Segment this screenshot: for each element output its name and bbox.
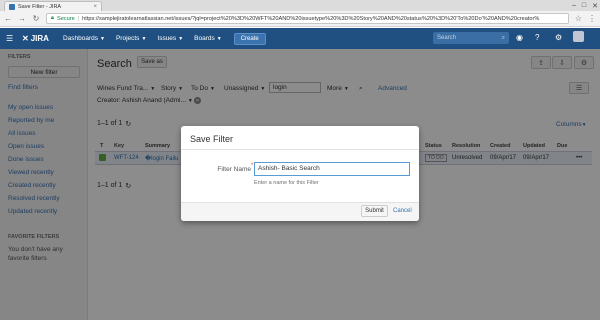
- settings-gear-icon[interactable]: ⚙: [555, 33, 562, 42]
- url-text: https://samplejiratolearnatlassian.net/i…: [82, 15, 540, 22]
- url-separator: |: [77, 15, 80, 22]
- nav-projects[interactable]: Projects ▼: [116, 35, 146, 42]
- search-icon: ⌕: [501, 34, 505, 41]
- user-avatar[interactable]: [573, 31, 584, 42]
- reload-icon[interactable]: ↻: [32, 14, 40, 23]
- create-button[interactable]: Create: [233, 32, 266, 45]
- header-search-placeholder: Search: [437, 35, 457, 41]
- nav-boards-label: Boards: [194, 35, 215, 42]
- nav-issues[interactable]: Issues ▼: [157, 35, 183, 42]
- browser-menu-icon[interactable]: ⋮: [588, 14, 596, 23]
- filter-name-help: Enter a name for this Filter: [254, 180, 319, 186]
- tab-close-icon[interactable]: ×: [93, 4, 97, 10]
- maximize-icon[interactable]: □: [582, 2, 586, 9]
- filter-name-label: Filter Name: [217, 166, 251, 173]
- save-filter-dialog: Save Filter Filter Name * Ashish- Basic …: [181, 126, 419, 221]
- jira-header: ☰ ✕ JIRA Dashboards ▼ Projects ▼ Issues ▼ B…: [0, 28, 600, 49]
- browser-tab[interactable]: Save Filter - JIRA ×: [4, 1, 102, 11]
- required-marker: *: [251, 163, 254, 169]
- back-icon[interactable]: ←: [4, 14, 12, 23]
- url-input[interactable]: 🔒︎ Secure | https://samplejiratolearnatl…: [46, 13, 569, 24]
- window-close-icon[interactable]: ✕: [592, 2, 598, 10]
- jira-logo-icon: ✕: [22, 34, 29, 43]
- nav-dashboards-label: Dashboards: [62, 35, 98, 42]
- chevron-down-icon: ▼: [141, 35, 147, 42]
- jira-logo-text: JIRA: [30, 34, 49, 43]
- star-icon[interactable]: ☆: [575, 14, 582, 23]
- jira-favicon-icon: [9, 3, 15, 10]
- notifications-icon[interactable]: ◉: [516, 33, 523, 42]
- nav-projects-label: Projects: [115, 35, 140, 42]
- header-search-input[interactable]: Search ⌕: [433, 32, 509, 44]
- dialog-title: Save Filter: [190, 134, 234, 144]
- filter-name-input[interactable]: Ashish- Basic Search: [254, 162, 410, 176]
- minimize-icon[interactable]: –: [572, 2, 576, 9]
- cancel-link[interactable]: Cancel: [393, 208, 412, 214]
- nav-boards[interactable]: Boards ▼: [194, 35, 222, 42]
- submit-button[interactable]: Submit: [361, 205, 388, 217]
- tab-title: Save Filter - JIRA: [18, 3, 62, 10]
- chevron-down-icon: ▼: [216, 35, 222, 42]
- nav-dashboards[interactable]: Dashboards ▼: [63, 35, 105, 42]
- chevron-down-icon: ▼: [100, 35, 105, 42]
- nav-issues-label: Issues: [157, 35, 177, 42]
- secure-label: Secure: [56, 15, 75, 22]
- browser-toolbar-right: ☆ ⋮: [575, 14, 596, 23]
- lock-icon: 🔒︎: [51, 15, 54, 21]
- window-controls: – □ ✕: [572, 0, 598, 11]
- chevron-down-icon: ▼: [178, 35, 184, 42]
- forward-icon[interactable]: →: [18, 14, 26, 23]
- jira-logo[interactable]: ✕ JIRA: [22, 34, 49, 43]
- app-switcher-icon[interactable]: ☰: [6, 34, 16, 43]
- address-bar: ← → ↻ 🔒︎ Secure | https://samplejiratole…: [0, 11, 600, 27]
- help-icon[interactable]: ?: [535, 33, 539, 42]
